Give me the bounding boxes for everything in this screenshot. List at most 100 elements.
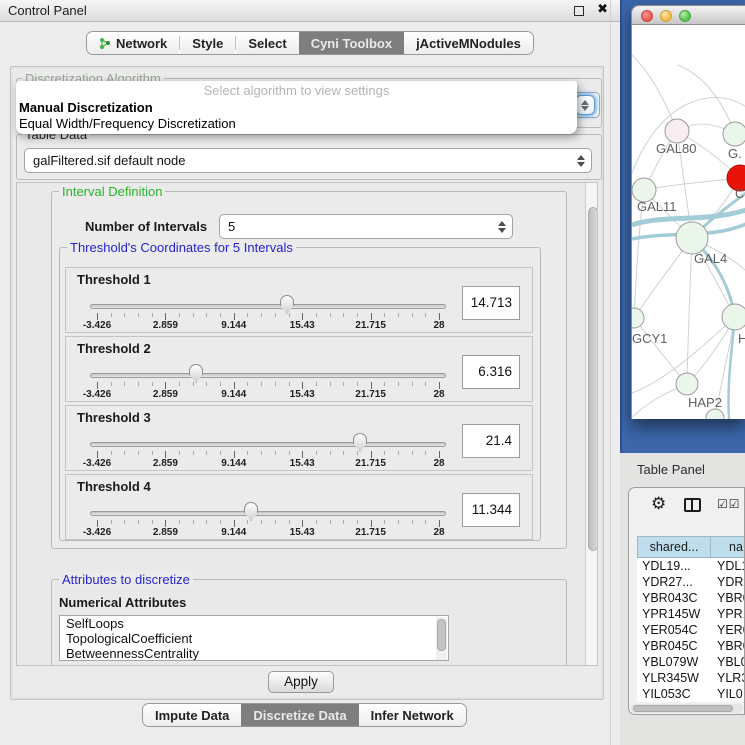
minimize-window-icon[interactable] xyxy=(660,10,672,22)
table-row[interactable]: YBR045CYBR0 xyxy=(637,638,745,654)
network-node-gal4[interactable] xyxy=(676,222,708,254)
slider-thumb[interactable] xyxy=(280,295,294,314)
network-canvas[interactable]: GAL80G.CGAL11GAL4GCY1HHAP2 xyxy=(631,25,745,419)
close-window-icon[interactable] xyxy=(641,10,653,22)
network-node-hap2[interactable] xyxy=(676,373,698,395)
node-label: GAL4 xyxy=(694,251,727,266)
threshold-value-field[interactable]: 6.316 xyxy=(462,355,520,389)
table-cell[interactable]: YBR045C xyxy=(637,638,711,654)
table-cell[interactable]: YIL0 xyxy=(711,686,745,702)
combo-stepper-icon[interactable] xyxy=(575,95,595,115)
dropdown-option-manual-discretization[interactable]: Manual Discretization xyxy=(16,100,577,116)
table-cell[interactable]: YDL19... xyxy=(637,558,711,574)
table-row[interactable]: YPR145WYPR1 xyxy=(637,606,745,622)
threshold-label: Threshold 4 xyxy=(77,479,151,494)
slider-thumb[interactable] xyxy=(189,364,203,383)
threshold-value-field[interactable]: 11.344 xyxy=(462,493,520,527)
slider-track[interactable] xyxy=(90,511,446,516)
attribute-item-topologicalcoefficient[interactable]: TopologicalCoefficient xyxy=(60,631,448,646)
table-cell[interactable]: YPR145W xyxy=(637,606,711,622)
table-cell[interactable]: YIL053C xyxy=(637,686,711,702)
network-window-titlebar[interactable] xyxy=(631,5,745,25)
network-node-g[interactable] xyxy=(723,122,745,146)
select-columns-icon[interactable]: ☑☑ xyxy=(717,497,741,511)
tab-label: Impute Data xyxy=(155,708,229,723)
network-node[interactable] xyxy=(706,409,724,419)
close-panel-icon[interactable]: ✖ xyxy=(597,2,608,17)
node-label: GAL80 xyxy=(656,141,696,156)
table-row[interactable]: YLR345WYLR3 xyxy=(637,670,745,686)
mode-tab-impute-data[interactable]: Impute Data xyxy=(143,704,241,726)
threshold-value-field[interactable]: 21.4 xyxy=(462,424,520,458)
table-row[interactable]: YER054CYER0 xyxy=(637,622,745,638)
table-cell[interactable]: YDL1 xyxy=(711,558,745,574)
tab-select[interactable]: Select xyxy=(236,32,298,54)
apply-button[interactable]: Apply xyxy=(268,671,334,693)
network-node-gal80[interactable] xyxy=(665,119,689,143)
tab-cyni-toolbox[interactable]: Cyni Toolbox xyxy=(299,32,404,54)
dropdown-option-equal-width[interactable]: Equal Width/Frequency Discretization xyxy=(16,116,577,132)
table-cell[interactable]: YPR1 xyxy=(711,606,745,622)
numerical-attributes-list[interactable]: SelfLoopsTopologicalCoefficientBetweenne… xyxy=(59,615,449,661)
slider-thumb[interactable] xyxy=(244,502,258,521)
threshold-label: Threshold 3 xyxy=(77,410,151,425)
zoom-window-icon[interactable] xyxy=(679,10,691,22)
table-cell[interactable]: YBL0 xyxy=(711,654,745,670)
tab-label: Network xyxy=(116,36,167,51)
column-header-shared-name[interactable]: shared... xyxy=(637,536,711,558)
table-cell[interactable]: YLR3 xyxy=(711,670,745,686)
table-cell[interactable]: YBR0 xyxy=(711,638,745,654)
scrollbar-thumb[interactable] xyxy=(588,207,598,551)
combo-stepper-icon[interactable] xyxy=(498,221,506,233)
slider-track[interactable] xyxy=(90,304,446,309)
table-body: YDL19...YDL1YDR27...YDR2YBR043CYBR0YPR14… xyxy=(637,558,745,702)
table-row[interactable]: YBR043CYBR0 xyxy=(637,590,745,606)
table-row[interactable]: YDR27...YDR2 xyxy=(637,574,745,590)
panel-splitter[interactable] xyxy=(610,0,611,745)
slider-track[interactable] xyxy=(90,373,446,378)
attribute-item-betweennesscentrality[interactable]: BetweennessCentrality xyxy=(60,646,448,661)
table-cell[interactable]: YDR2 xyxy=(711,574,745,590)
float-window-icon[interactable] xyxy=(574,6,584,16)
table-cell[interactable]: YDR27... xyxy=(637,574,711,590)
tick-label: 9.144 xyxy=(204,320,264,331)
tab-network[interactable]: Network xyxy=(87,32,179,54)
table-cell[interactable]: YER054C xyxy=(637,622,711,638)
table-cell[interactable]: YBR0 xyxy=(711,590,745,606)
network-node-h[interactable] xyxy=(722,304,745,330)
screen: Control Panel ✖ NetworkStyleSelectCyni T… xyxy=(0,0,745,745)
slider-track[interactable] xyxy=(90,442,446,447)
scrollbar-thumb[interactable] xyxy=(633,705,733,712)
tick-label: -3.426 xyxy=(67,458,127,469)
list-scrollbar[interactable] xyxy=(436,617,447,661)
threshold-label: Threshold 2 xyxy=(77,341,151,356)
table-row[interactable]: YDL19...YDL1 xyxy=(637,558,745,574)
table-horizontal-scrollbar[interactable] xyxy=(631,704,743,713)
table-data-combobox[interactable]: galFiltered.sif default node xyxy=(24,148,592,173)
column-header-name[interactable]: na xyxy=(711,536,745,558)
gear-icon[interactable]: ⚙ xyxy=(651,494,666,514)
number-of-intervals-combobox[interactable]: 5 xyxy=(219,214,513,239)
tick-label: 15.43 xyxy=(272,320,332,331)
tab-style[interactable]: Style xyxy=(180,32,235,54)
combo-stepper-icon[interactable] xyxy=(577,155,585,167)
split-panel-icon[interactable] xyxy=(684,498,701,512)
threshold-value-field[interactable]: 14.713 xyxy=(462,286,520,320)
tab-jactivemnodules[interactable]: jActiveMNodules xyxy=(404,32,533,54)
table-cell[interactable]: YLR345W xyxy=(637,670,711,686)
slider-thumb[interactable] xyxy=(353,433,367,452)
table-cell[interactable]: YER0 xyxy=(711,622,745,638)
settings-scrollbar[interactable] xyxy=(585,183,598,666)
mode-tab-discretize-data[interactable]: Discretize Data xyxy=(241,704,358,726)
table-row[interactable]: YBL079WYBL0 xyxy=(637,654,745,670)
scrollbar-thumb[interactable] xyxy=(437,619,446,651)
tab-label: jActiveMNodules xyxy=(416,36,521,51)
table-row[interactable]: YIL053CYIL0 xyxy=(637,686,745,702)
mode-tab-infer-network[interactable]: Infer Network xyxy=(359,704,466,726)
network-node-gcy1[interactable] xyxy=(632,308,644,328)
attribute-item-selfloops[interactable]: SelfLoops xyxy=(60,616,448,631)
table-cell[interactable]: YBR043C xyxy=(637,590,711,606)
table-cell[interactable]: YBL079W xyxy=(637,654,711,670)
tick-label: -3.426 xyxy=(67,320,127,331)
slider-tick-labels: -3.4262.8599.14415.4321.71528 xyxy=(97,458,439,470)
